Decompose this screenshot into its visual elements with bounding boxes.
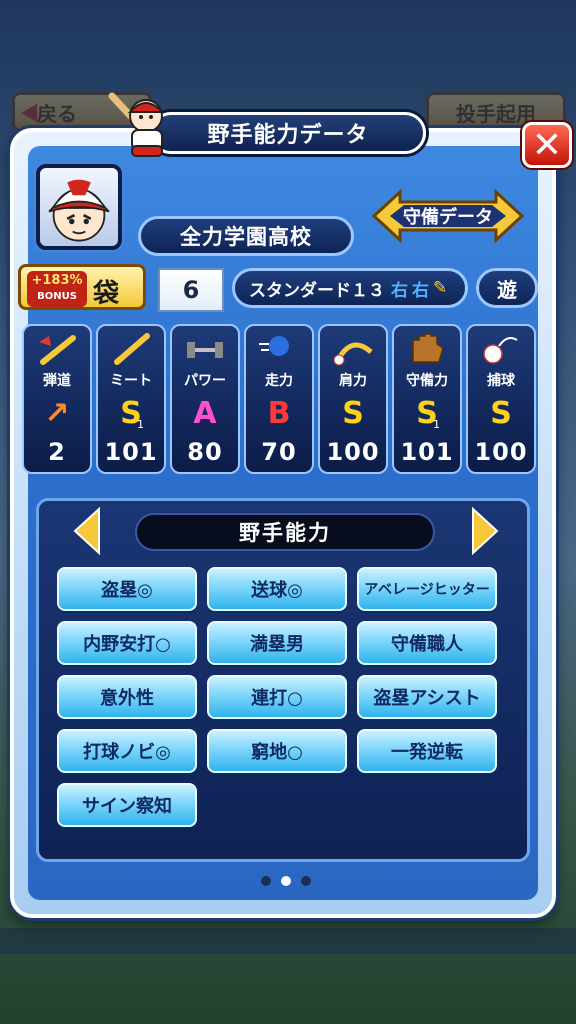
skill-item[interactable]: 意外性 [57, 675, 197, 719]
catch-ball-icon [468, 332, 534, 368]
uniform-number: 6 [158, 268, 224, 312]
throw-arc-icon [320, 332, 386, 368]
panel-title: 野手能力データ [150, 112, 426, 154]
dumbbell-icon [172, 332, 238, 368]
bonus-percent: +183% BONUS [27, 271, 87, 307]
glove-icon [394, 332, 460, 368]
stat-speed: 走力 B 70 [244, 324, 314, 474]
stat-catching: 捕球 S 100 [466, 324, 536, 474]
stats-row: 弾道 ↗ 2 ミート S 1 101 パワー A 80 走力 B 70 肩力 S… [22, 324, 542, 474]
player-type: スタンダード１３ 右 右 ✎ [232, 268, 468, 308]
skills-section: 野手能力 盗塁◎ 送球◎ アベレージヒッター 内野安打○ 満塁男 守備職人 意外… [36, 498, 530, 862]
mascot-icon [108, 92, 165, 157]
skill-item[interactable]: 連打○ [207, 675, 347, 719]
skill-item[interactable]: 打球ノビ◎ [57, 729, 197, 773]
skill-item[interactable]: 内野安打○ [57, 621, 197, 665]
player-avatar [36, 164, 122, 250]
skills-title: 野手能力 [135, 513, 435, 551]
bonus-badge: +183% BONUS 袋 [18, 264, 146, 310]
defense-data-button[interactable]: 守備データ [370, 188, 526, 244]
page-indicator [256, 876, 316, 888]
position-badge: 遊 [476, 268, 538, 308]
close-icon: ✕ [531, 124, 563, 166]
running-icon [246, 332, 312, 368]
player-type-label: スタンダード１３ [249, 280, 385, 301]
stat-meet: ミート S 1 101 [96, 324, 166, 474]
trajectory-arrow-icon [24, 332, 90, 368]
bat-icon [98, 332, 164, 368]
defense-data-label: 守備データ [403, 207, 493, 228]
school-name: 全力学園高校 [138, 216, 354, 256]
page-dot-active[interactable] [281, 876, 291, 886]
skill-item[interactable]: 一発逆転 [357, 729, 497, 773]
skill-item[interactable]: 満塁男 [207, 621, 347, 665]
page-dot[interactable] [261, 876, 271, 886]
skill-item[interactable]: 守備職人 [357, 621, 497, 665]
skill-item[interactable]: アベレージヒッター [357, 567, 497, 611]
skill-item[interactable]: 窮地○ [207, 729, 347, 773]
skill-item[interactable]: 盗塁アシスト [357, 675, 497, 719]
throws-hand: 右 [391, 280, 408, 301]
stat-arm: 肩力 S 100 [318, 324, 388, 474]
bonus-item-label: 袋 [93, 279, 120, 309]
page-dot[interactable] [301, 876, 311, 886]
skill-item[interactable]: サイン察知 [57, 783, 197, 827]
skill-item[interactable]: 盗塁◎ [57, 567, 197, 611]
stat-trajectory: 弾道 ↗ 2 [22, 324, 92, 474]
skill-item[interactable]: 送球◎ [207, 567, 347, 611]
pencil-icon: ✎ [433, 278, 448, 298]
stat-fielding: 守備力 S 1 101 [392, 324, 462, 474]
prev-page-arrow-icon[interactable] [73, 507, 101, 555]
close-button[interactable]: ✕ [522, 122, 572, 168]
stat-power: パワー A 80 [170, 324, 240, 474]
bats-hand: 右 [412, 280, 429, 301]
next-page-arrow-icon[interactable] [471, 507, 499, 555]
